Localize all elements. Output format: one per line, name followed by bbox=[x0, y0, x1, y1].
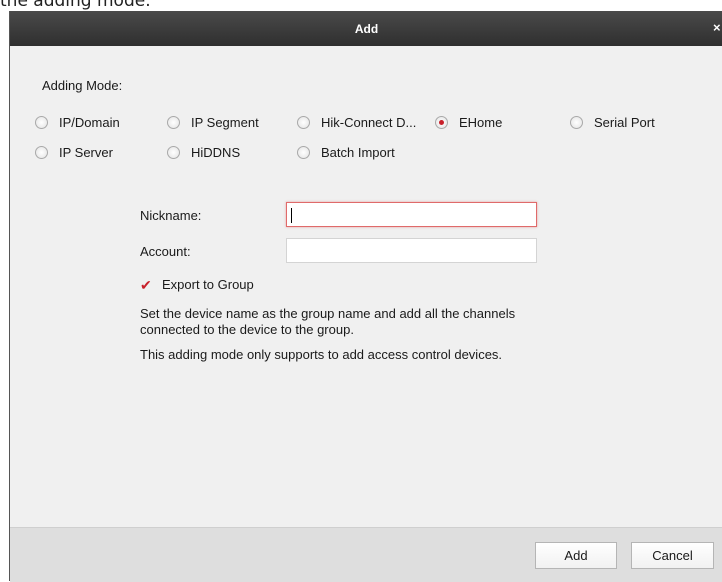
radio-label-ip-domain: IP/Domain bbox=[59, 115, 120, 130]
adding-mode-label: Adding Mode: bbox=[42, 78, 123, 93]
radio-button[interactable] bbox=[570, 116, 583, 129]
radio-label-serial-port: Serial Port bbox=[594, 115, 655, 130]
radio-label-hiddns: HiDDNS bbox=[191, 145, 241, 160]
radio-button-selected[interactable] bbox=[435, 116, 448, 129]
page-caption: the adding mode. bbox=[0, 0, 151, 11]
radio-ip-domain[interactable]: IP/Domain bbox=[35, 115, 120, 130]
account-input[interactable] bbox=[286, 238, 537, 263]
radio-batch-import[interactable]: Batch Import bbox=[297, 145, 395, 160]
export-to-group-checkbox[interactable]: ✔ Export to Group bbox=[140, 277, 254, 292]
radio-label-ip-segment: IP Segment bbox=[191, 115, 259, 130]
dialog-titlebar: Add × bbox=[10, 11, 722, 46]
text-caret bbox=[291, 208, 292, 223]
description-line-1: Set the device name as the group name an… bbox=[140, 306, 516, 321]
radio-serial-port[interactable]: Serial Port bbox=[570, 115, 655, 130]
add-button[interactable]: Add bbox=[535, 542, 617, 569]
dialog-title: Add bbox=[354, 21, 379, 36]
radio-button[interactable] bbox=[167, 146, 180, 159]
description-line-2: connected to the device to the group. bbox=[140, 322, 354, 337]
cancel-button[interactable]: Cancel bbox=[631, 542, 714, 569]
nickname-label: Nickname: bbox=[140, 208, 202, 223]
radio-label-ip-server: IP Server bbox=[59, 145, 113, 160]
add-dialog: Add × Adding Mode: IP/Domain IP Segment … bbox=[9, 11, 722, 582]
radio-label-ehome: EHome bbox=[459, 115, 503, 130]
radio-ehome[interactable]: EHome bbox=[435, 115, 502, 130]
export-to-group-label: Export to Group bbox=[162, 277, 254, 292]
nickname-input[interactable] bbox=[286, 202, 537, 227]
close-icon[interactable]: × bbox=[713, 21, 722, 35]
checkmark-icon[interactable]: ✔ bbox=[140, 278, 156, 292]
radio-button[interactable] bbox=[297, 146, 310, 159]
radio-label-hik-connect: Hik-Connect D... bbox=[321, 115, 417, 130]
radio-button[interactable] bbox=[35, 146, 48, 159]
radio-hiddns[interactable]: HiDDNS bbox=[167, 145, 240, 160]
radio-button[interactable] bbox=[35, 116, 48, 129]
radio-ip-server[interactable]: IP Server bbox=[35, 145, 113, 160]
radio-button[interactable] bbox=[297, 116, 310, 129]
radio-ip-segment[interactable]: IP Segment bbox=[167, 115, 259, 130]
account-label: Account: bbox=[140, 244, 191, 259]
radio-hik-connect[interactable]: Hik-Connect D... bbox=[297, 115, 416, 130]
adding-mode-note: This adding mode only supports to add ac… bbox=[140, 347, 503, 362]
radio-button[interactable] bbox=[167, 116, 180, 129]
radio-label-batch-import: Batch Import bbox=[321, 145, 395, 160]
